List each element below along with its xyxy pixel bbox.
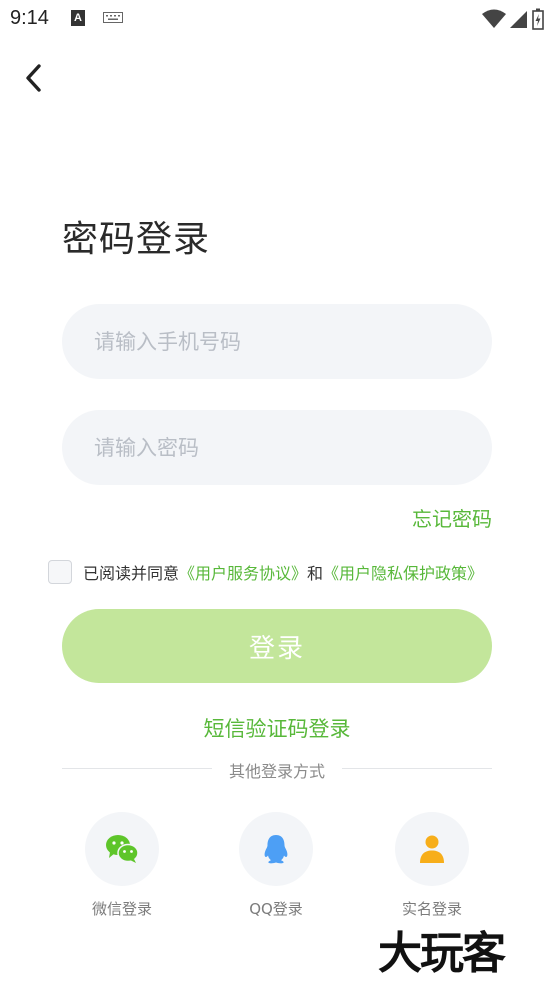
sms-login-link[interactable]: 短信验证码登录 bbox=[0, 713, 554, 743]
realname-login-button[interactable]: 实名登录 bbox=[377, 812, 487, 919]
agreement-prefix: 已阅读并同意 bbox=[83, 564, 180, 583]
back-button[interactable] bbox=[16, 58, 52, 98]
chevron-left-icon bbox=[26, 64, 41, 92]
agreement-conjunction: 和 bbox=[307, 564, 324, 583]
signal-icon bbox=[510, 11, 527, 28]
password-field-container bbox=[62, 410, 492, 485]
other-methods-divider: 其他登录方式 bbox=[62, 758, 492, 781]
wechat-login-label: 微信登录 bbox=[91, 900, 152, 918]
page-title: 密码登录 bbox=[62, 219, 211, 260]
battery-icon bbox=[532, 8, 544, 30]
realname-login-label: 实名登录 bbox=[401, 900, 462, 918]
privacy-policy-link[interactable]: 《用户隐私保护政策》 bbox=[323, 560, 483, 584]
password-input[interactable] bbox=[62, 410, 492, 485]
other-methods-label: 其他登录方式 bbox=[228, 762, 325, 781]
wifi-icon bbox=[482, 9, 506, 28]
realname-login-circle[interactable] bbox=[395, 812, 469, 886]
forgot-password-link[interactable]: 忘记密码 bbox=[412, 503, 492, 532]
wechat-login-button[interactable]: 微信登录 bbox=[67, 812, 177, 919]
phone-field-container bbox=[62, 304, 492, 379]
status-time: 9:14 bbox=[10, 7, 49, 29]
login-button[interactable]: 登录 bbox=[62, 609, 492, 683]
user-service-agreement-link[interactable]: 《用户服务协议》 bbox=[179, 560, 307, 584]
qq-login-button[interactable]: QQ登录 bbox=[221, 812, 331, 919]
qq-login-circle[interactable] bbox=[239, 812, 313, 886]
wechat-icon bbox=[106, 835, 139, 863]
agreement-checkbox[interactable] bbox=[48, 560, 72, 584]
status-icons bbox=[482, 8, 544, 30]
agreement-row: 已阅读并同意 《用户服务协议》 和 《用户隐私保护政策》 bbox=[48, 560, 483, 584]
wechat-login-circle[interactable] bbox=[85, 812, 159, 886]
person-icon bbox=[420, 835, 444, 863]
qq-icon bbox=[264, 835, 288, 864]
divider-line-right bbox=[342, 768, 492, 769]
watermark-logo: 大玩客 bbox=[378, 928, 506, 979]
notification-a-icon: A bbox=[71, 10, 85, 26]
phone-input[interactable] bbox=[62, 304, 492, 379]
status-bar: 9:14 A bbox=[0, 0, 554, 38]
qq-login-label: QQ登录 bbox=[249, 900, 303, 918]
keyboard-icon bbox=[103, 12, 123, 23]
